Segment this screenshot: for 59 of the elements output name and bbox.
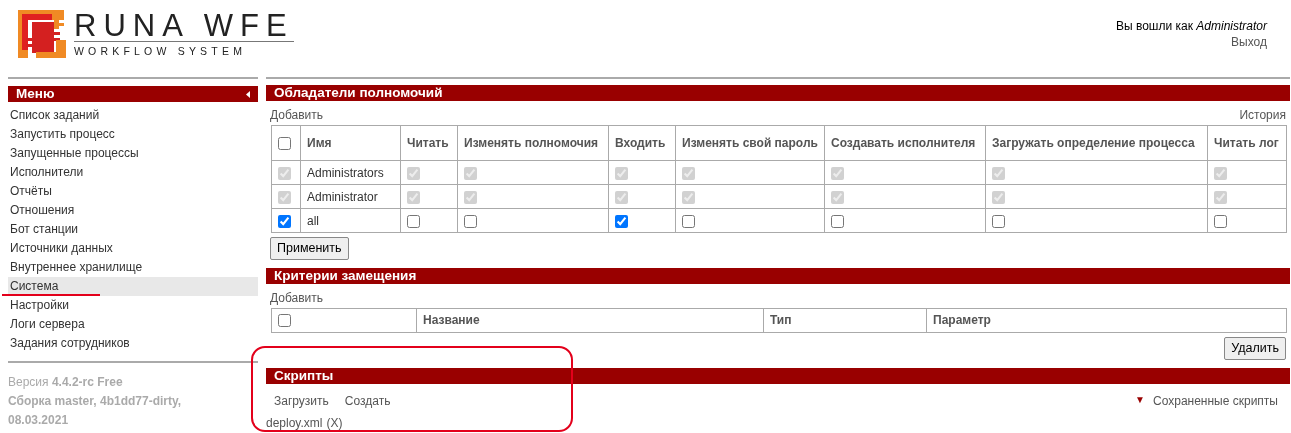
permission-checkbox[interactable] bbox=[992, 214, 1005, 228]
history-link[interactable]: История bbox=[1239, 105, 1286, 125]
section-title: Обладатели полномочий bbox=[266, 85, 1290, 101]
logo-icon bbox=[18, 10, 66, 58]
menu-item[interactable]: Внутреннее хранилище bbox=[8, 258, 258, 277]
column-header: Название bbox=[423, 313, 480, 328]
menu-item[interactable]: Список заданий bbox=[8, 106, 258, 125]
executor-name: Administrator bbox=[307, 189, 378, 204]
permission-checkbox[interactable] bbox=[615, 214, 628, 228]
delete-button[interactable]: Удалить bbox=[1224, 336, 1286, 360]
section-title: Критерии замещения bbox=[266, 267, 1290, 284]
menu-item[interactable]: Запущенные процессы bbox=[8, 144, 258, 163]
menu-item[interactable]: Отношения bbox=[8, 201, 258, 220]
section-title: Скрипты bbox=[266, 367, 1290, 384]
expand-icon[interactable]: ▼ bbox=[1135, 391, 1145, 410]
row-checkbox[interactable] bbox=[278, 214, 291, 228]
apply-button[interactable]: Применить bbox=[270, 237, 349, 260]
logout-link[interactable]: Выход bbox=[1231, 35, 1267, 49]
menu-item[interactable]: Отчёты bbox=[8, 182, 258, 201]
permission-checkbox[interactable] bbox=[464, 214, 477, 228]
add-link[interactable]: Добавить bbox=[270, 290, 324, 305]
permission-checkbox[interactable] bbox=[831, 214, 844, 228]
permission-checkbox[interactable] bbox=[1214, 214, 1227, 228]
select-all-checkbox[interactable] bbox=[278, 314, 291, 328]
menu-title: Меню bbox=[16, 86, 55, 102]
menu-item[interactable]: Задания сотрудников bbox=[8, 334, 258, 353]
build-text: Сборка master, 4b1dd77-dirty, 08.03.2021 bbox=[8, 393, 183, 429]
column-header: Загружать определение процесса bbox=[992, 136, 1195, 150]
menu-item[interactable]: Логи сервера bbox=[8, 315, 258, 334]
column-header: Читать лог bbox=[1214, 136, 1279, 150]
column-header: Изменять свой пароль bbox=[682, 136, 818, 150]
permission-checkbox[interactable] bbox=[682, 214, 695, 228]
menu-item[interactable]: Исполнители bbox=[8, 163, 258, 182]
executor-name: all bbox=[307, 213, 319, 228]
column-header: Имя bbox=[307, 136, 332, 150]
action-link[interactable]: Создать bbox=[344, 391, 391, 410]
action-link[interactable]: Загрузить bbox=[274, 391, 329, 410]
login-status: Вы вошли как Administrator bbox=[1116, 18, 1267, 34]
logo-subtitle: WORKFLOW SYSTEM bbox=[74, 41, 294, 57]
script-file-link[interactable]: deploy.xml bbox=[266, 415, 323, 430]
version-text: Версия 4.4.2-rc Free bbox=[8, 374, 124, 391]
menu-item[interactable]: Запустить процесс bbox=[8, 125, 258, 144]
menu-item[interactable]: Источники данных bbox=[8, 239, 258, 258]
column-header: Входить bbox=[615, 136, 666, 150]
menu-item[interactable]: Настройки bbox=[8, 296, 258, 315]
column-header: Тип bbox=[770, 313, 792, 328]
logo-title: RUNA WFE bbox=[74, 10, 294, 41]
column-header: Параметр bbox=[933, 313, 991, 328]
collapse-icon[interactable] bbox=[246, 90, 250, 98]
menu-item[interactable]: Бот станции bbox=[8, 220, 258, 239]
executor-name: Administrators bbox=[307, 165, 384, 180]
add-link[interactable]: Добавить bbox=[270, 105, 324, 125]
remove-link[interactable]: (X) bbox=[326, 415, 343, 430]
permission-checkbox[interactable] bbox=[407, 214, 420, 228]
column-header: Читать bbox=[407, 136, 449, 150]
select-all-checkbox[interactable] bbox=[278, 137, 291, 151]
column-header: Создавать исполнителя bbox=[831, 136, 976, 150]
saved-scripts-link[interactable]: Сохраненные скрипты bbox=[1153, 391, 1278, 410]
column-header: Изменять полномочия bbox=[464, 136, 599, 150]
